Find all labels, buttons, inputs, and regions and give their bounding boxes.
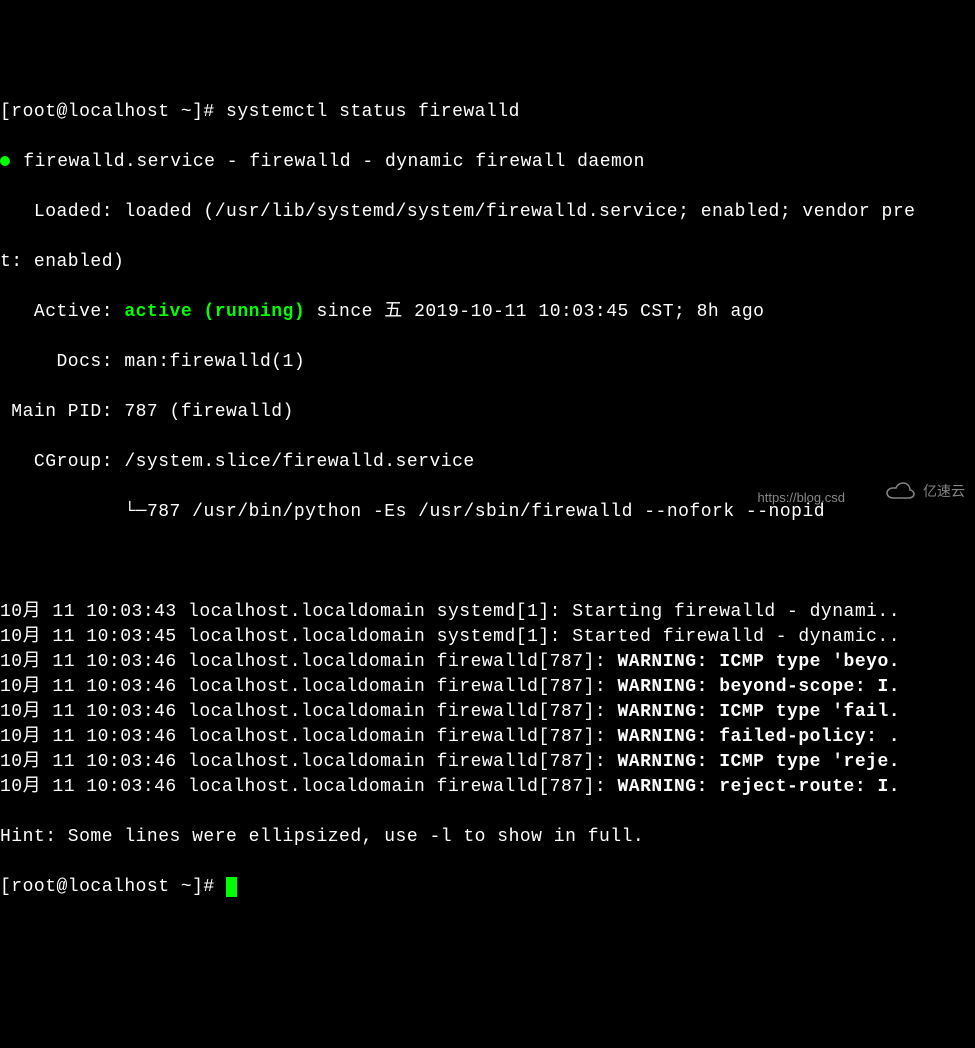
docs-line: Docs: man:firewalld(1): [0, 350, 975, 375]
hint-line: Hint: Some lines were ellipsized, use -l…: [0, 825, 975, 850]
service-header: firewalld.service - firewalld - dynamic …: [12, 152, 645, 172]
log-line: 10月 11 10:03:46 localhost.localdomain fi…: [0, 675, 975, 700]
log-line: 10月 11 10:03:46 localhost.localdomain fi…: [0, 700, 975, 725]
log-line: 10月 11 10:03:46 localhost.localdomain fi…: [0, 650, 975, 675]
active-bullet-icon: [0, 156, 10, 166]
cloud-icon: [885, 482, 917, 502]
cgroup-line: CGroup: /system.slice/firewalld.service: [0, 450, 975, 475]
log-prefix: 10月 11 10:03:46 localhost.localdomain fi…: [0, 752, 618, 772]
log-warning: WARNING: ICMP type 'reje.: [618, 752, 901, 772]
active-label: Active:: [0, 302, 124, 322]
prompt: [root@localhost ~]#: [0, 102, 226, 122]
active-since: since 五 2019-10-11 10:03:45 CST; 8h ago: [305, 302, 764, 322]
active-status: active (running): [124, 302, 305, 322]
log-warning: WARNING: reject-route: I.: [618, 777, 901, 797]
tree-branch-icon: └─: [0, 502, 147, 522]
log-line: 10月 11 10:03:46 localhost.localdomain fi…: [0, 750, 975, 775]
watermark-logo: 亿速云: [885, 479, 965, 504]
log-lines: 10月 11 10:03:43 localhost.localdomain sy…: [0, 600, 975, 800]
log-line: 10月 11 10:03:46 localhost.localdomain fi…: [0, 775, 975, 800]
command-text: systemctl status firewalld: [226, 102, 520, 122]
active-line: Active: active (running) since 五 2019-10…: [0, 300, 975, 325]
blank-line: [0, 550, 975, 575]
prompt: [root@localhost ~]#: [0, 877, 226, 897]
command-line: [root@localhost ~]# systemctl status fir…: [0, 100, 975, 125]
log-line: 10月 11 10:03:46 localhost.localdomain fi…: [0, 725, 975, 750]
log-warning: WARNING: ICMP type 'beyo.: [618, 652, 901, 672]
log-warning: WARNING: beyond-scope: I.: [618, 677, 901, 697]
log-prefix: 10月 11 10:03:46 localhost.localdomain fi…: [0, 727, 618, 747]
log-warning: WARNING: ICMP type 'fail.: [618, 702, 901, 722]
log-prefix: 10月 11 10:03:46 localhost.localdomain fi…: [0, 677, 618, 697]
log-prefix: 10月 11 10:03:46 localhost.localdomain fi…: [0, 702, 618, 722]
log-prefix: 10月 11 10:03:46 localhost.localdomain fi…: [0, 777, 618, 797]
cgroup-child: 787 /usr/bin/python -Es /usr/sbin/firewa…: [147, 502, 825, 522]
loaded-line2: t: enabled): [0, 250, 975, 275]
watermark-brand: 亿速云: [923, 479, 965, 504]
loaded-line: Loaded: loaded (/usr/lib/systemd/system/…: [0, 200, 975, 225]
mainpid-line: Main PID: 787 (firewalld): [0, 400, 975, 425]
log-warning: WARNING: failed-policy: .: [618, 727, 901, 747]
log-line: 10月 11 10:03:43 localhost.localdomain sy…: [0, 600, 975, 625]
log-prefix: 10月 11 10:03:45 localhost.localdomain sy…: [0, 627, 900, 647]
log-prefix: 10月 11 10:03:46 localhost.localdomain fi…: [0, 652, 618, 672]
log-line: 10月 11 10:03:45 localhost.localdomain sy…: [0, 625, 975, 650]
watermark-url: https://blog.csd: [758, 485, 845, 510]
prompt-line[interactable]: [root@localhost ~]#: [0, 875, 975, 900]
service-header-line: firewalld.service - firewalld - dynamic …: [0, 150, 975, 175]
cursor-icon: [226, 877, 237, 897]
log-prefix: 10月 11 10:03:43 localhost.localdomain sy…: [0, 602, 900, 622]
